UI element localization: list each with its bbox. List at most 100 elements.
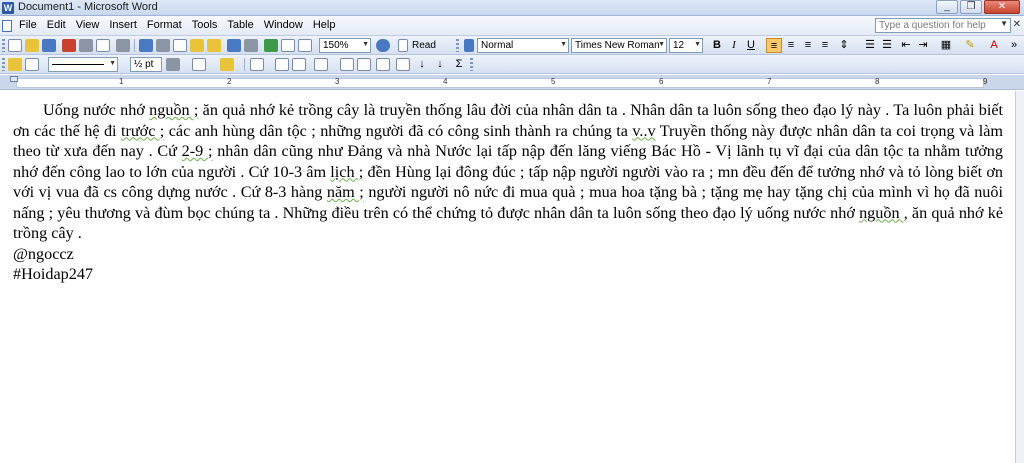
redo-icon[interactable] [244,39,258,52]
borders-button[interactable]: ▦ [938,38,954,53]
document-text[interactable]: Uống nước nhớ nguồn ; ăn quả nhớ kẻ trồn… [13,100,1003,285]
word-app-icon[interactable]: W [2,2,14,14]
split-cells-icon[interactable] [292,58,306,71]
line-style-select[interactable]: ▼ [48,57,118,72]
toolbar-grip[interactable] [2,58,5,71]
toolbar-grip[interactable] [470,58,473,71]
help-placeholder: Type a question for help [879,20,986,31]
horizontal-ruler[interactable]: 1 2 3 4 5 6 7 8 9 [0,75,1024,90]
ruler-number: 4 [443,77,448,86]
justify-button[interactable]: ≡ [817,38,833,53]
toolbar-grip[interactable] [456,39,459,52]
insert-table-icon[interactable] [298,39,312,52]
font-size-select[interactable]: 12 ▼ [669,38,703,53]
read-icon[interactable] [398,39,408,52]
menu-file[interactable]: File [14,19,42,31]
open-folder-icon[interactable] [25,39,39,52]
chevron-down-icon: ▼ [658,41,665,48]
tables-borders-icon[interactable] [281,39,295,52]
permission-icon[interactable] [62,39,76,52]
format-painter-icon[interactable] [207,39,221,52]
align-right-button[interactable]: ≡ [800,38,816,53]
font-color-button[interactable]: A [986,38,1002,53]
highlight-button[interactable]: ✎ [962,38,978,53]
align-cell-icon[interactable] [314,58,328,71]
paste-icon[interactable] [190,39,204,52]
ruler-number: 6 [659,77,664,86]
indent-marker-icon[interactable] [10,76,18,82]
zoom-select[interactable]: 150% ▼ [319,38,371,53]
eraser-icon[interactable] [25,58,39,71]
toolbar-separator [244,58,245,71]
minimize-button[interactable]: _ [936,0,958,14]
italic-button[interactable]: I [726,38,742,53]
shading-color-icon[interactable] [220,58,234,71]
help-search-input[interactable]: Type a question for help ▼ [875,18,1011,33]
document-icon[interactable] [2,20,12,32]
bullets-button[interactable]: ☰ [879,38,895,53]
sort-descending-button[interactable]: ↓ [432,57,448,72]
copy-icon[interactable] [173,39,187,52]
menu-help[interactable]: Help [308,19,341,31]
research-icon[interactable] [116,39,130,52]
paragraph-username[interactable]: @ngoccz [13,244,1003,265]
decrease-indent-button[interactable]: ⇤ [898,38,914,53]
spelling-icon[interactable] [139,39,153,52]
vertical-scrollbar[interactable] [1015,91,1024,463]
paragraph-hashtag[interactable]: #Hoidap247 [13,264,1003,285]
draw-table-icon[interactable] [8,58,22,71]
border-color-icon[interactable] [166,58,180,71]
undo-icon[interactable] [227,39,241,52]
align-left-button[interactable]: ≡ [766,38,782,53]
menu-tools[interactable]: Tools [187,19,223,31]
paragraph-main[interactable]: Uống nước nhớ nguồn ; ăn quả nhớ kẻ trồn… [13,100,1003,244]
align-center-button[interactable]: ≡ [783,38,799,53]
line-spacing-button[interactable]: ⇕ [836,38,852,53]
restore-button[interactable]: ❐ [960,0,982,14]
chevron-down-icon[interactable]: ▼ [1000,19,1008,28]
line-style-preview [52,63,104,65]
font-size-value: 12 [673,40,685,51]
zoom-value: 150% [323,40,349,51]
menu-format[interactable]: Format [142,19,187,31]
menu-window[interactable]: Window [259,19,308,31]
line-weight-select[interactable]: ½ pt [130,57,162,72]
menu-insert[interactable]: Insert [104,19,142,31]
line-weight-value: ½ pt [134,59,154,70]
close-button[interactable]: ✕ [984,0,1020,14]
read-button[interactable]: Read [412,40,436,51]
menu-edit[interactable]: Edit [42,19,71,31]
autosum-button[interactable]: Σ [451,57,467,72]
text-direction-icon[interactable] [396,58,410,71]
toolbar-grip[interactable] [2,39,5,52]
grammar-flag-text: năm ; [326,183,364,201]
numbering-button[interactable]: ☰ [862,38,878,53]
distribute-rows-icon[interactable] [340,58,354,71]
merge-cells-icon[interactable] [275,58,289,71]
sort-ascending-button[interactable]: ↓ [414,57,430,72]
autoformat-icon[interactable] [376,58,390,71]
print-icon[interactable] [79,39,93,52]
style-select[interactable]: Normal ▼ [477,38,569,53]
increase-indent-button[interactable]: ⇥ [915,38,931,53]
help-icon[interactable] [376,39,390,52]
new-document-icon[interactable] [8,39,22,52]
menu-view[interactable]: View [71,19,105,31]
bold-button[interactable]: B [709,38,725,53]
hyperlink-icon[interactable] [264,39,278,52]
insert-table-icon[interactable] [250,58,264,71]
underline-button[interactable]: U [743,38,759,53]
menu-table[interactable]: Table [222,19,258,31]
cut-icon[interactable] [156,39,170,52]
toolbar-options-icon[interactable]: » [1006,38,1022,53]
save-icon[interactable] [42,39,56,52]
font-select[interactable]: Times New Roman ▼ [571,38,667,53]
document-page[interactable]: Uống nước nhớ nguồn ; ăn quả nhớ kẻ trồn… [0,91,1024,463]
print-preview-icon[interactable] [96,39,110,52]
text-run: Uống nước nhớ [43,101,150,119]
styles-icon[interactable] [464,39,474,52]
close-document-icon[interactable]: ✕ [1013,19,1021,30]
ruler-number: 8 [875,77,880,86]
distribute-columns-icon[interactable] [357,58,371,71]
outside-border-icon[interactable] [192,58,206,71]
